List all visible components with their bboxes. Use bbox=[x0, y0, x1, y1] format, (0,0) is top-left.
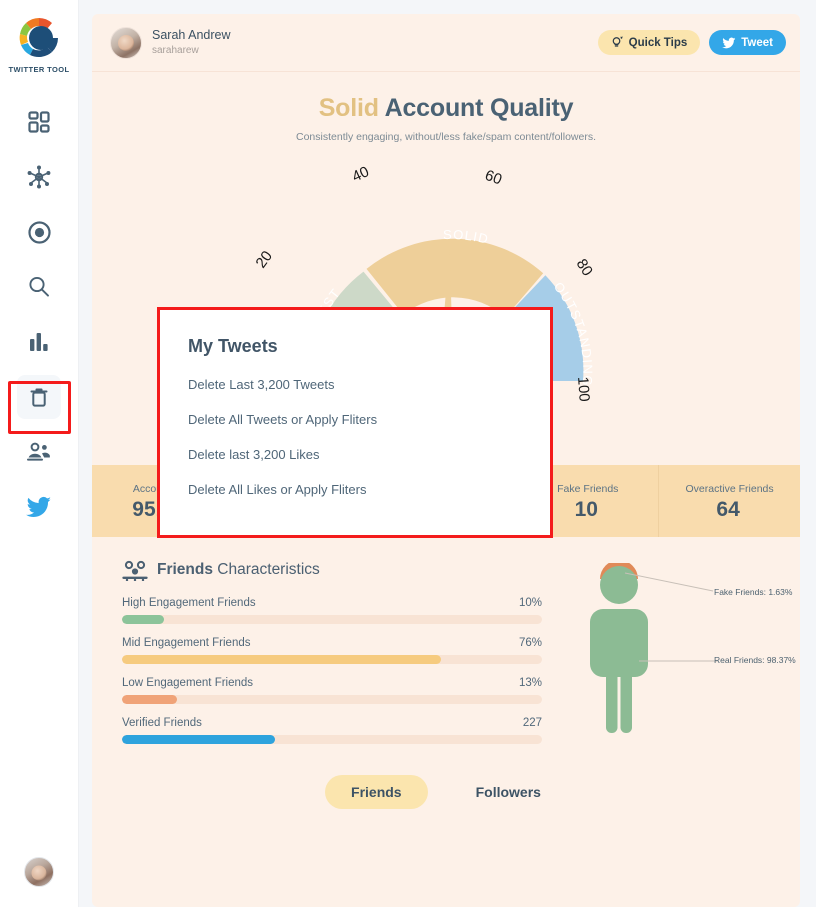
target-circle-icon bbox=[27, 220, 51, 244]
bar-value: 10% bbox=[518, 597, 542, 609]
friends-composition-diagram: Fake Friends: 1.63% Real Friends: 98.37% bbox=[542, 559, 796, 757]
bar-track bbox=[122, 655, 542, 664]
dashboard-grid-icon bbox=[28, 111, 50, 133]
stat-label: Fake Friends bbox=[557, 482, 619, 495]
gauge-tick-40: 40 bbox=[350, 163, 372, 185]
bar-row-verified: Verified Friends 227 bbox=[122, 717, 542, 744]
bar-label: Mid Engagement Friends bbox=[122, 637, 251, 649]
bar-track bbox=[122, 695, 542, 704]
sidebar-nav bbox=[0, 100, 78, 540]
menu-item-delete-all-likes[interactable]: Delete All Likes or Apply Fliters bbox=[188, 482, 522, 497]
characteristics-title-bold: Friends bbox=[157, 561, 213, 578]
main-content: Sarah Andrew saraharew Quick Tips Tweet … bbox=[79, 0, 816, 907]
people-group-icon bbox=[122, 560, 148, 581]
people-icon bbox=[27, 442, 50, 461]
my-tweets-popup-menu[interactable]: My Tweets Delete Last 3,200 Tweets Delet… bbox=[157, 307, 553, 538]
gauge-segment-solid bbox=[366, 238, 544, 318]
stat-overactive-friends: Overactive Friends 64 bbox=[659, 465, 800, 537]
tweet-label: Tweet bbox=[741, 36, 773, 49]
avatar-face bbox=[31, 865, 47, 881]
bar-fill bbox=[122, 655, 442, 664]
logo-label: TWITTER TOOL bbox=[8, 65, 70, 74]
fake-friends-annotation: Fake Friends: 1.63% bbox=[714, 587, 793, 597]
bar-label: Low Engagement Friends bbox=[122, 677, 254, 689]
card-header: Sarah Andrew saraharew Quick Tips Tweet bbox=[92, 14, 800, 72]
characteristics-header: Friends Characteristics bbox=[122, 559, 542, 581]
trash-icon bbox=[30, 388, 48, 407]
header-actions: Quick Tips Tweet bbox=[597, 30, 786, 55]
characteristics-title: Friends Characteristics bbox=[157, 561, 320, 579]
stat-label: Overactive Friends bbox=[685, 482, 774, 495]
sidebar-item-delete[interactable] bbox=[17, 375, 61, 419]
bar-fill bbox=[122, 695, 177, 704]
characteristics-title-rest: Characteristics bbox=[212, 561, 320, 578]
gauge-tick-20: 20 bbox=[252, 248, 276, 271]
lightbulb-icon bbox=[612, 36, 623, 47]
page-title: Solid Account Quality bbox=[92, 94, 800, 123]
avatar-face bbox=[118, 35, 134, 52]
sidebar-item-analytics[interactable] bbox=[17, 320, 61, 364]
friends-characteristics-section: Friends Characteristics High Engagement … bbox=[92, 537, 800, 757]
bar-label: High Engagement Friends bbox=[122, 597, 256, 609]
hero-title-block: Solid Account Quality Consistently engag… bbox=[92, 94, 800, 143]
gauge-tick-80: 80 bbox=[573, 256, 596, 279]
network-nodes-icon bbox=[27, 165, 51, 189]
sidebar-user-avatar[interactable] bbox=[24, 857, 54, 887]
sidebar-item-target[interactable] bbox=[17, 210, 61, 254]
bar-track bbox=[122, 735, 542, 744]
stat-value: 64 bbox=[716, 499, 742, 520]
tab-friends[interactable]: Friends bbox=[325, 775, 428, 809]
bar-fill bbox=[122, 735, 276, 744]
user-name: Sarah Andrew bbox=[152, 28, 231, 43]
bar-value: 76% bbox=[518, 637, 542, 649]
stat-number: 64 bbox=[716, 497, 740, 521]
circleboom-logo-icon bbox=[19, 18, 58, 58]
user-handle: saraharew bbox=[152, 44, 199, 56]
menu-item-delete-all-tweets[interactable]: Delete All Tweets or Apply Fliters bbox=[188, 412, 522, 427]
twitter-bird-icon bbox=[26, 496, 51, 517]
bar-fill bbox=[122, 615, 164, 624]
gauge-tick-100: 100 bbox=[574, 376, 593, 402]
quick-tips-label: Quick Tips bbox=[628, 36, 688, 49]
app-root: TWITTER TOOL Sarah Andrew saraharew Quic… bbox=[0, 0, 816, 907]
bar-value: 227 bbox=[522, 717, 542, 729]
tweet-button[interactable]: Tweet bbox=[709, 30, 786, 55]
quick-tips-button[interactable]: Quick Tips bbox=[597, 30, 701, 55]
sidebar-item-dashboard[interactable] bbox=[17, 100, 61, 144]
bar-value: 13% bbox=[518, 677, 542, 689]
menu-item-delete-last-likes[interactable]: Delete last 3,200 Likes bbox=[188, 447, 522, 462]
user-avatar[interactable] bbox=[110, 26, 142, 59]
sidebar-item-friends[interactable] bbox=[17, 430, 61, 474]
page-title-rest: Account Quality bbox=[378, 94, 574, 122]
app-logo[interactable]: TWITTER TOOL bbox=[9, 14, 70, 74]
twitter-bird-icon bbox=[722, 37, 736, 48]
bar-row-high-engagement: High Engagement Friends 10% bbox=[122, 597, 542, 624]
menu-item-delete-last-tweets[interactable]: Delete Last 3,200 Tweets bbox=[188, 377, 522, 392]
bar-row-low-engagement: Low Engagement Friends 13% bbox=[122, 677, 542, 704]
sidebar-item-search[interactable] bbox=[17, 265, 61, 309]
popup-title: My Tweets bbox=[188, 336, 278, 356]
bar-track bbox=[122, 615, 542, 624]
bar-row-mid-engagement: Mid Engagement Friends 76% bbox=[122, 637, 542, 664]
sidebar-item-network[interactable] bbox=[17, 155, 61, 199]
audience-tabs: Friends Followers bbox=[92, 775, 800, 809]
user-info: Sarah Andrew saraharew bbox=[110, 26, 231, 59]
real-friends-annotation: Real Friends: 98.37% bbox=[714, 655, 796, 665]
bar-chart-icon bbox=[30, 333, 48, 351]
stat-value: 10 bbox=[575, 499, 601, 520]
sidebar: TWITTER TOOL bbox=[0, 0, 79, 907]
bar-label: Verified Friends bbox=[122, 717, 202, 729]
tab-followers[interactable]: Followers bbox=[450, 775, 567, 809]
stat-number: 10 bbox=[574, 497, 598, 521]
page-subtitle: Consistently engaging, without/less fake… bbox=[296, 131, 596, 143]
characteristics-bars: Friends Characteristics High Engagement … bbox=[122, 559, 542, 757]
search-icon bbox=[29, 276, 49, 297]
sidebar-item-twitter[interactable] bbox=[17, 485, 61, 529]
gauge-tick-60: 60 bbox=[483, 167, 504, 189]
page-title-accent: Solid bbox=[318, 94, 379, 122]
